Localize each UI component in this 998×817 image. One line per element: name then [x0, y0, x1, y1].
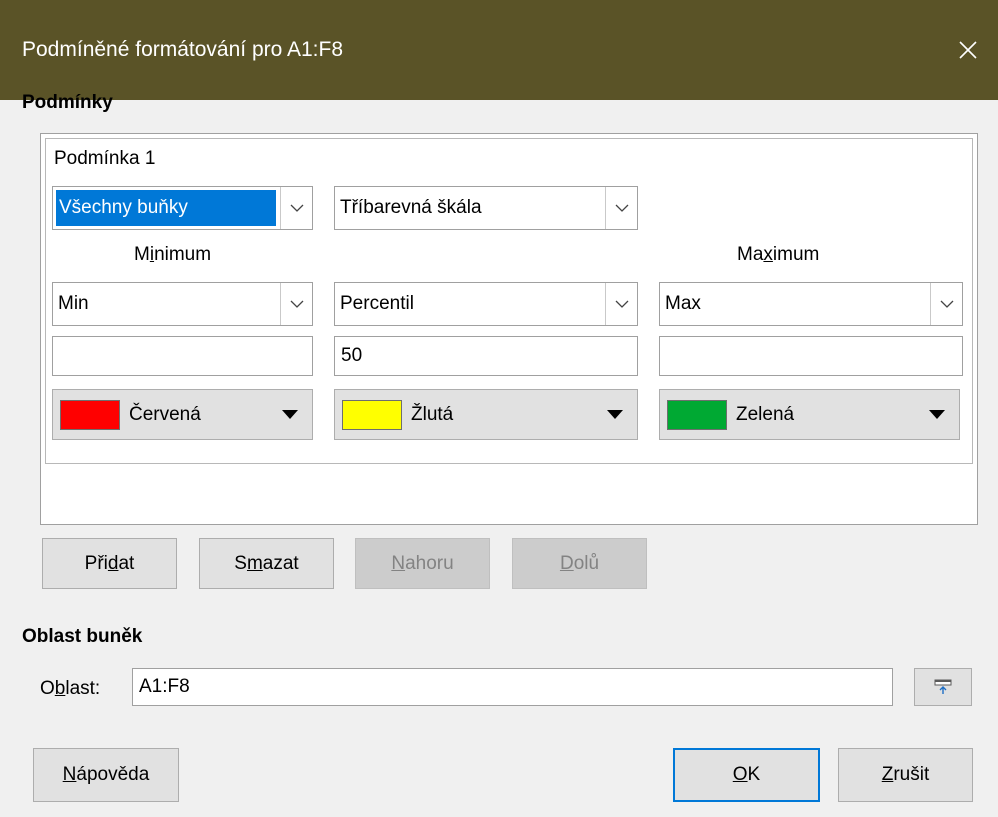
help-button[interactable]: Nápověda — [33, 748, 179, 802]
shrink-icon — [934, 679, 952, 694]
maximum-label: Maximum — [737, 244, 820, 265]
condition-scope-dropdown[interactable]: Všechny buňky — [52, 186, 313, 230]
minimum-label: Minimum — [134, 244, 212, 265]
maximum-type-value: Max — [665, 293, 701, 314]
conditions-heading: Podmínky — [22, 92, 113, 113]
color-name: Červená — [129, 403, 201, 425]
minimum-value-field[interactable] — [52, 336, 313, 376]
middle-color-picker[interactable]: Žlutá — [334, 389, 638, 440]
cell-range-heading: Oblast buněk — [22, 626, 143, 647]
close-button[interactable] — [938, 0, 998, 100]
color-name: Zelená — [736, 403, 795, 425]
shrink-dialog-button[interactable] — [914, 668, 972, 706]
range-input[interactable]: A1:F8 — [132, 668, 893, 706]
delete-condition-button[interactable]: Sm azat — [199, 538, 334, 589]
condition-label: Podmínka 1 — [54, 148, 156, 169]
dropdown-arrow-icon — [929, 390, 945, 439]
middle-value-field[interactable]: 50 — [334, 336, 638, 376]
range-label: Ob last: — [40, 678, 101, 699]
color-swatch — [60, 400, 120, 430]
maximum-value-field[interactable] — [659, 336, 963, 376]
chevron-down-icon[interactable] — [605, 283, 637, 325]
middle-type-dropdown[interactable]: Percentil — [334, 282, 638, 326]
ok-button[interactable]: OK — [673, 748, 820, 802]
dialog-title: Podmíněné formátování pro A1:F8 — [22, 38, 344, 61]
middle-type-value: Percentil — [340, 293, 414, 314]
close-icon — [959, 41, 977, 59]
minimum-type-value: Min — [58, 293, 89, 314]
minimum-type-dropdown[interactable]: Min — [52, 282, 313, 326]
move-down-button[interactable]: Dolů — [512, 538, 647, 589]
maximum-type-dropdown[interactable]: Max — [659, 282, 963, 326]
color-swatch — [342, 400, 402, 430]
cancel-button[interactable]: Zrušit — [838, 748, 973, 802]
maximum-color-picker[interactable]: Zelená — [659, 389, 960, 440]
add-condition-button[interactable]: Při d at — [42, 538, 177, 589]
chevron-down-icon[interactable] — [605, 187, 637, 229]
chevron-down-icon[interactable] — [930, 283, 962, 325]
dropdown-arrow-icon — [607, 390, 623, 439]
chevron-down-icon[interactable] — [280, 283, 312, 325]
color-swatch — [667, 400, 727, 430]
color-scale-type-dropdown[interactable]: Tříbarevná škála — [334, 186, 638, 230]
color-name: Žlutá — [411, 403, 454, 425]
color-scale-type-value: Tříbarevná škála — [340, 197, 482, 218]
dropdown-arrow-icon — [282, 390, 298, 439]
move-up-button[interactable]: Nahoru — [355, 538, 490, 589]
minimum-color-picker[interactable]: Červená — [52, 389, 313, 440]
condition-scope-value: Všechny buňky — [56, 190, 276, 226]
chevron-down-icon[interactable] — [280, 187, 312, 229]
